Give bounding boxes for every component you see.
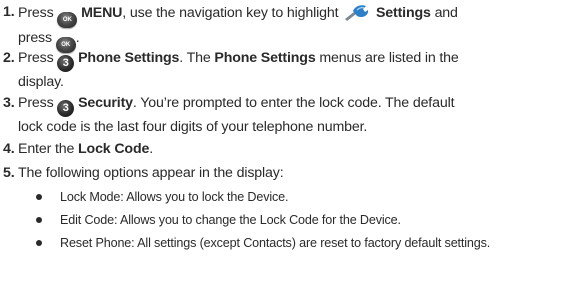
bullet-icon [36, 194, 42, 200]
step-text: Press [18, 50, 54, 66]
option-text: Reset Phone: All settings (except Contac… [60, 236, 491, 250]
options-list: Lock Mode: Allows you to lock the Device… [36, 187, 566, 253]
step-2: 2. Press 3 Phone Settings. The Phone Set… [3, 48, 563, 92]
step-number: 2. [3, 50, 15, 66]
step-1: 1. Press OK MENU, use the navigation key… [3, 2, 563, 53]
lock-code-label: Lock Code [78, 141, 150, 157]
step-text: Enter the [18, 141, 75, 157]
step-3: 3. Press 3 Security. You’re prompted to … [3, 93, 563, 137]
step-5: 5. The following options appear in the d… [3, 163, 563, 183]
step-number: 5. [3, 165, 15, 181]
step-text: . [149, 141, 154, 157]
number-3-key-icon: 3 [57, 100, 75, 117]
step-text: display. [18, 74, 64, 90]
step-text: . [75, 30, 80, 46]
step-text: and [434, 5, 458, 21]
step-text: Press [18, 5, 54, 21]
number-3-key-icon: 3 [57, 55, 75, 72]
list-item: Reset Phone: All settings (except Contac… [36, 233, 566, 253]
step-number: 1. [3, 4, 15, 20]
step-text: lock code is the last four digits of you… [18, 119, 368, 135]
bullet-icon [36, 217, 42, 223]
option-text: Lock Mode: Allows you to lock the Device… [60, 190, 289, 204]
step-4: 4. Enter the Lock Code. [3, 139, 563, 159]
option-text: Edit Code: Allows you to change the Lock… [60, 213, 401, 227]
ok-key-icon: OK [57, 12, 78, 28]
instruction-page: 1. Press OK MENU, use the navigation key… [0, 0, 568, 303]
step-text: , use the navigation key to highlight [122, 5, 339, 21]
menu-label: MENU [81, 5, 123, 21]
list-item: Lock Mode: Allows you to lock the Device… [36, 187, 566, 207]
settings-label: Settings [375, 5, 431, 21]
settings-wrench-icon [345, 5, 369, 21]
step-text: . The [179, 50, 211, 66]
list-item: Edit Code: Allows you to change the Lock… [36, 210, 566, 230]
phone-settings-label: Phone Settings [78, 50, 180, 66]
step-number: 4. [3, 141, 15, 157]
step-text: The following options appear in the disp… [18, 165, 284, 181]
step-text: press [18, 30, 52, 46]
security-label: Security [78, 95, 133, 111]
step-text: menus are listed in the [319, 50, 459, 66]
step-number: 3. [3, 95, 15, 111]
phone-settings-label: Phone Settings [214, 50, 316, 66]
bullet-icon [36, 240, 42, 246]
step-text: . You’re prompted to enter the lock code… [132, 95, 455, 111]
step-text: Press [18, 95, 54, 111]
